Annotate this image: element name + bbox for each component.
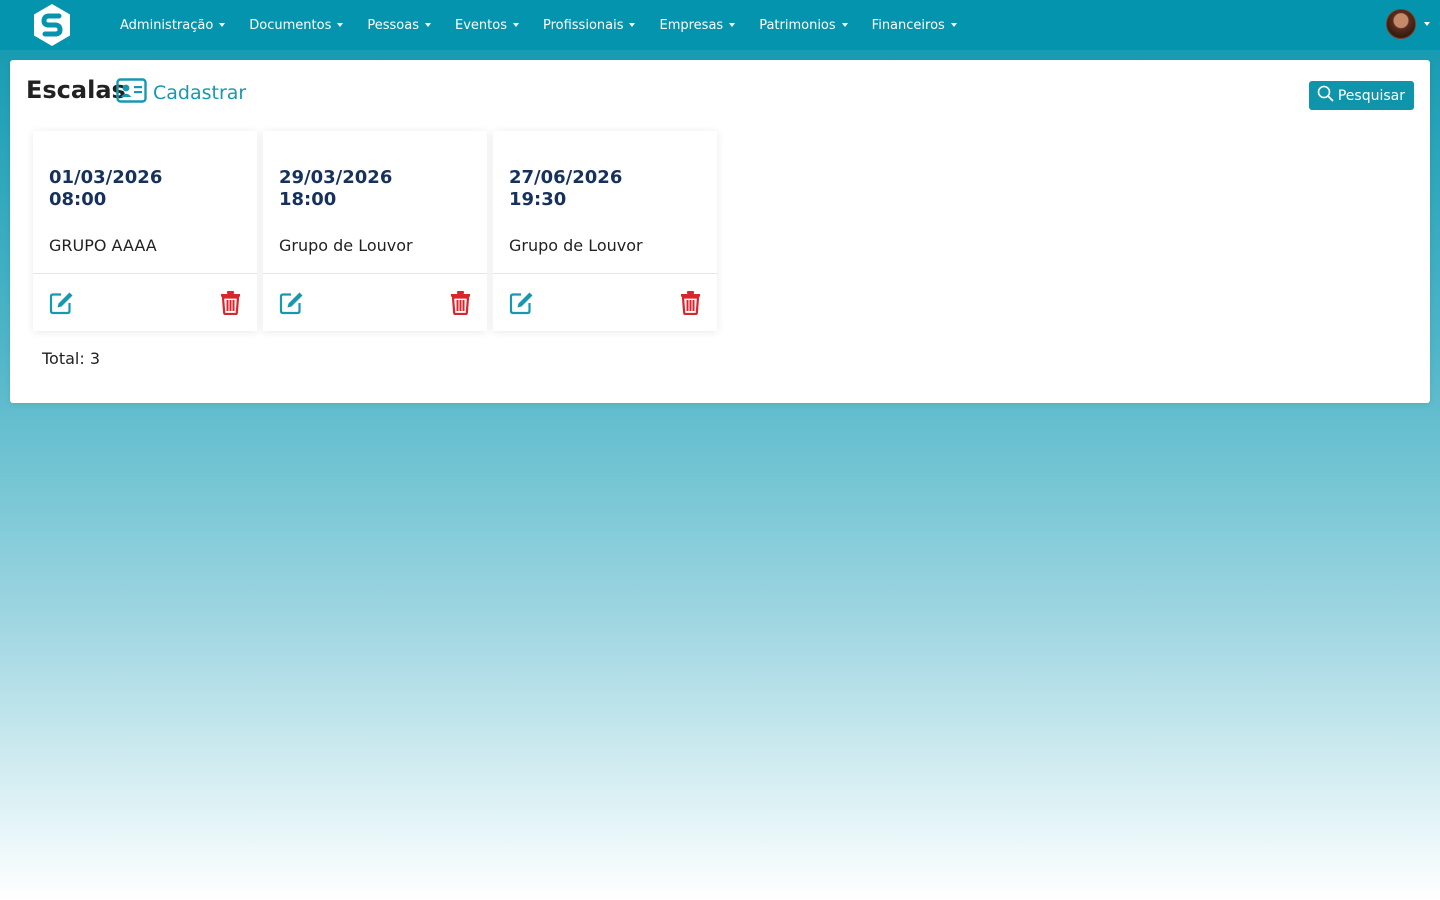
edit-icon[interactable] bbox=[279, 291, 304, 320]
card-actions bbox=[493, 273, 717, 331]
menu-label: Documentos bbox=[249, 17, 332, 33]
caret-down-icon bbox=[841, 23, 848, 27]
escala-time: 18:00 bbox=[279, 189, 337, 210]
escala-card: 27/06/2026 19:30 Grupo de Louvor bbox=[493, 131, 717, 331]
main-menu: Administração Documentos Pessoas Eventos… bbox=[108, 0, 969, 50]
edit-icon[interactable] bbox=[509, 291, 534, 320]
search-icon bbox=[1317, 85, 1338, 106]
escala-time: 08:00 bbox=[49, 189, 107, 210]
menu-item-patrimonios[interactable]: Patrimonios bbox=[747, 18, 859, 33]
escala-datetime: 29/03/2026 18:00 bbox=[279, 167, 392, 211]
total-count: Total: 3 bbox=[42, 349, 101, 368]
cadastrar-link[interactable]: Cadastrar bbox=[116, 78, 246, 108]
menu-item-profissionais[interactable]: Profissionais bbox=[531, 18, 648, 33]
s-logo-icon[interactable] bbox=[30, 3, 74, 47]
escala-card: 01/03/2026 08:00 GRUPO AAAA bbox=[33, 131, 257, 331]
escala-group: Grupo de Louvor bbox=[509, 236, 643, 255]
trash-icon[interactable] bbox=[680, 290, 701, 320]
search-label: Pesquisar bbox=[1337, 87, 1405, 104]
page-title: Escalas bbox=[26, 76, 126, 104]
menu-item-eventos[interactable]: Eventos bbox=[443, 18, 531, 33]
menu-item-documentos[interactable]: Documentos bbox=[237, 18, 355, 33]
escala-datetime: 01/03/2026 08:00 bbox=[49, 167, 162, 211]
menu-item-empresas[interactable]: Empresas bbox=[647, 18, 747, 33]
caret-down-icon bbox=[1424, 22, 1430, 26]
card-actions bbox=[33, 273, 257, 331]
escala-group: GRUPO AAAA bbox=[49, 236, 157, 255]
avatar[interactable] bbox=[1386, 9, 1416, 39]
caret-down-icon bbox=[219, 23, 226, 27]
user-menu[interactable] bbox=[1386, 9, 1430, 39]
caret-down-icon bbox=[729, 23, 736, 27]
caret-down-icon bbox=[337, 23, 344, 27]
menu-label: Financeiros bbox=[871, 17, 945, 33]
escala-date: 29/03/2026 bbox=[279, 167, 393, 188]
menu-label: Pessoas bbox=[367, 17, 419, 33]
escala-date: 01/03/2026 bbox=[49, 167, 163, 188]
escalas-card-list: 01/03/2026 08:00 GRUPO AAAA 29/03/2026 1… bbox=[33, 131, 723, 331]
menu-label: Patrimonios bbox=[759, 17, 836, 33]
menu-label: Administração bbox=[120, 17, 214, 33]
caret-down-icon bbox=[950, 23, 957, 27]
escala-group: Grupo de Louvor bbox=[279, 236, 413, 255]
menu-item-administracao[interactable]: Administração bbox=[108, 18, 237, 33]
escala-date: 27/06/2026 bbox=[509, 167, 623, 188]
cadastrar-label: Cadastrar bbox=[153, 82, 247, 104]
card-actions bbox=[263, 273, 487, 331]
menu-item-financeiros[interactable]: Financeiros bbox=[860, 18, 969, 33]
menu-label: Profissionais bbox=[542, 17, 624, 33]
id-card-icon bbox=[116, 78, 147, 108]
edit-icon[interactable] bbox=[49, 291, 74, 320]
trash-icon[interactable] bbox=[450, 290, 471, 320]
main-panel: Escalas Cadastrar Pesquisar 01/03/2026 0… bbox=[10, 60, 1430, 403]
escala-time: 19:30 bbox=[509, 189, 567, 210]
top-navbar: Administração Documentos Pessoas Eventos… bbox=[0, 0, 1440, 50]
menu-label: Eventos bbox=[455, 17, 507, 33]
caret-down-icon bbox=[629, 23, 636, 27]
menu-label: Empresas bbox=[659, 17, 724, 33]
search-button[interactable]: Pesquisar bbox=[1308, 81, 1414, 110]
caret-down-icon bbox=[425, 23, 431, 27]
caret-down-icon bbox=[512, 23, 519, 27]
escala-card: 29/03/2026 18:00 Grupo de Louvor bbox=[263, 131, 487, 331]
escala-datetime: 27/06/2026 19:30 bbox=[509, 167, 622, 211]
trash-icon[interactable] bbox=[220, 290, 241, 320]
menu-item-pessoas[interactable]: Pessoas bbox=[355, 18, 443, 33]
